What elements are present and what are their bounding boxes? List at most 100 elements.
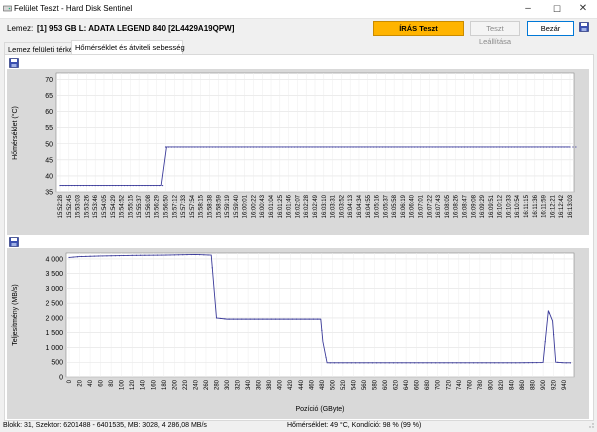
temp-x-tick-label: 16:08:05 bbox=[445, 194, 451, 218]
temp-point bbox=[422, 146, 425, 148]
temp-point bbox=[208, 146, 211, 148]
temp-point bbox=[396, 146, 398, 148]
speed-point bbox=[472, 362, 475, 364]
temp-point bbox=[285, 146, 287, 148]
save-icon[interactable] bbox=[579, 22, 589, 32]
write-test-button[interactable]: ÍRÁS Teszt bbox=[373, 21, 464, 36]
speed-point bbox=[127, 254, 129, 257]
speed-point bbox=[295, 318, 298, 320]
temp-point bbox=[214, 146, 216, 148]
speed-point bbox=[258, 318, 260, 320]
speed-x-tick-label: 680 bbox=[425, 379, 431, 390]
maximize-button[interactable]: ☐ bbox=[543, 0, 571, 18]
tab-temperature-speed[interactable]: Hőmérséklet és átviteli sebesség bbox=[71, 40, 185, 54]
status-health-info: Hőmérséklet: 49 °C, Kondíció: 98 % (99 %… bbox=[287, 422, 422, 429]
temp-point bbox=[173, 146, 175, 148]
speed-x-tick-label: 740 bbox=[457, 379, 463, 390]
speed-x-tick-label: 80 bbox=[109, 379, 115, 386]
speed-x-tick-label: 760 bbox=[467, 379, 473, 390]
temp-x-tick-label: 16:12:21 bbox=[550, 194, 556, 218]
speed-point bbox=[397, 362, 399, 364]
temp-point bbox=[264, 146, 266, 148]
disk-label: Lemez: bbox=[7, 24, 34, 33]
temp-point bbox=[534, 146, 536, 148]
speed-y-tick-label: 4 000 bbox=[45, 256, 63, 263]
speed-point bbox=[123, 254, 125, 257]
temp-point bbox=[317, 146, 319, 148]
temp-point bbox=[170, 146, 172, 148]
temp-point bbox=[176, 146, 178, 148]
temp-point bbox=[223, 146, 225, 148]
speed-x-tick-label: 880 bbox=[531, 379, 537, 390]
speed-point bbox=[388, 362, 390, 364]
speed-point bbox=[510, 362, 513, 364]
close-window-button[interactable]: ✕ bbox=[569, 0, 597, 18]
speed-x-tick-label: 300 bbox=[225, 379, 231, 390]
temp-x-tick-label: 16:03:10 bbox=[322, 194, 328, 218]
speed-y-tick-label: 3 000 bbox=[45, 286, 63, 293]
speed-point bbox=[118, 254, 121, 257]
speed-point bbox=[405, 362, 407, 364]
temp-point bbox=[522, 146, 524, 148]
temp-point bbox=[484, 146, 486, 148]
speed-x-tick-label: 700 bbox=[436, 379, 442, 390]
speed-point bbox=[359, 362, 361, 364]
speed-point bbox=[460, 362, 462, 364]
speed-x-tick-label: 180 bbox=[162, 379, 168, 390]
minimize-icon: – bbox=[525, 3, 531, 14]
speed-point bbox=[300, 318, 302, 320]
temp-x-tick-label: 16:01:46 bbox=[287, 194, 293, 218]
temp-point bbox=[340, 146, 342, 148]
status-bar: Blokk: 31, Szektor: 6201488 - 6401535, M… bbox=[0, 420, 597, 432]
speed-point bbox=[569, 362, 572, 364]
speed-point bbox=[409, 362, 411, 364]
temp-point bbox=[513, 146, 515, 148]
speed-x-tick-label: 560 bbox=[362, 379, 368, 390]
speed-point bbox=[279, 318, 281, 320]
speed-point bbox=[114, 255, 116, 257]
temp-point bbox=[129, 184, 131, 187]
temp-point bbox=[65, 184, 67, 187]
temp-point bbox=[478, 146, 480, 148]
disk-name: [1] 953 GB L: ADATA LEGEND 840 [2L4429A1… bbox=[37, 24, 235, 33]
temp-x-tick-label: 16:05:58 bbox=[392, 194, 398, 218]
close-button[interactable]: Bezár bbox=[527, 21, 574, 36]
window-title: Felület Teszt - Hard Disk Sentinel bbox=[14, 4, 133, 13]
temp-point bbox=[504, 146, 507, 148]
temp-x-tick-label: 16:08:47 bbox=[462, 194, 468, 218]
temp-x-tick-label: 15:59:19 bbox=[225, 194, 231, 218]
temp-point bbox=[79, 184, 82, 187]
minimize-button[interactable]: – bbox=[514, 0, 542, 18]
speed-point bbox=[152, 254, 154, 256]
speed-point bbox=[565, 362, 567, 364]
temp-x-tick-label: 16:03:31 bbox=[331, 194, 337, 218]
speed-point bbox=[215, 317, 218, 319]
speed-x-tick-label: 320 bbox=[236, 379, 242, 390]
speed-point bbox=[274, 318, 277, 320]
speed-x-tick-label: 200 bbox=[172, 379, 178, 390]
speed-y-tick-label: 3 500 bbox=[45, 271, 63, 278]
save-temp-chart-icon[interactable] bbox=[9, 58, 19, 68]
temp-x-tick-label: 15:56:50 bbox=[164, 194, 170, 218]
speed-point bbox=[333, 362, 336, 364]
temp-point bbox=[501, 146, 504, 148]
save-speed-chart-icon[interactable] bbox=[9, 237, 19, 247]
tab-panel: 35 40 45 50 55 60 65 70 15:52:28 15:52:45 15:53:0… bbox=[4, 54, 594, 421]
temp-x-tick-label: 16:02:49 bbox=[313, 194, 319, 218]
speed-point bbox=[245, 318, 247, 320]
temp-point bbox=[141, 184, 143, 187]
speed-point bbox=[494, 362, 496, 364]
speed-x-tick-label: 820 bbox=[499, 379, 505, 390]
temp-point bbox=[167, 146, 170, 148]
temp-point bbox=[458, 146, 460, 148]
speed-x-tick-label: 780 bbox=[478, 379, 484, 390]
temp-point bbox=[276, 146, 278, 148]
speed-point bbox=[211, 267, 213, 269]
temp-point bbox=[466, 146, 469, 148]
stop-test-button[interactable]: Teszt Leállítása bbox=[470, 21, 520, 46]
temp-y-tick-label: 40 bbox=[45, 173, 53, 180]
temp-point bbox=[150, 184, 152, 187]
temp-point bbox=[455, 146, 457, 148]
temp-point bbox=[496, 146, 498, 148]
resize-grip-icon[interactable] bbox=[587, 422, 595, 430]
